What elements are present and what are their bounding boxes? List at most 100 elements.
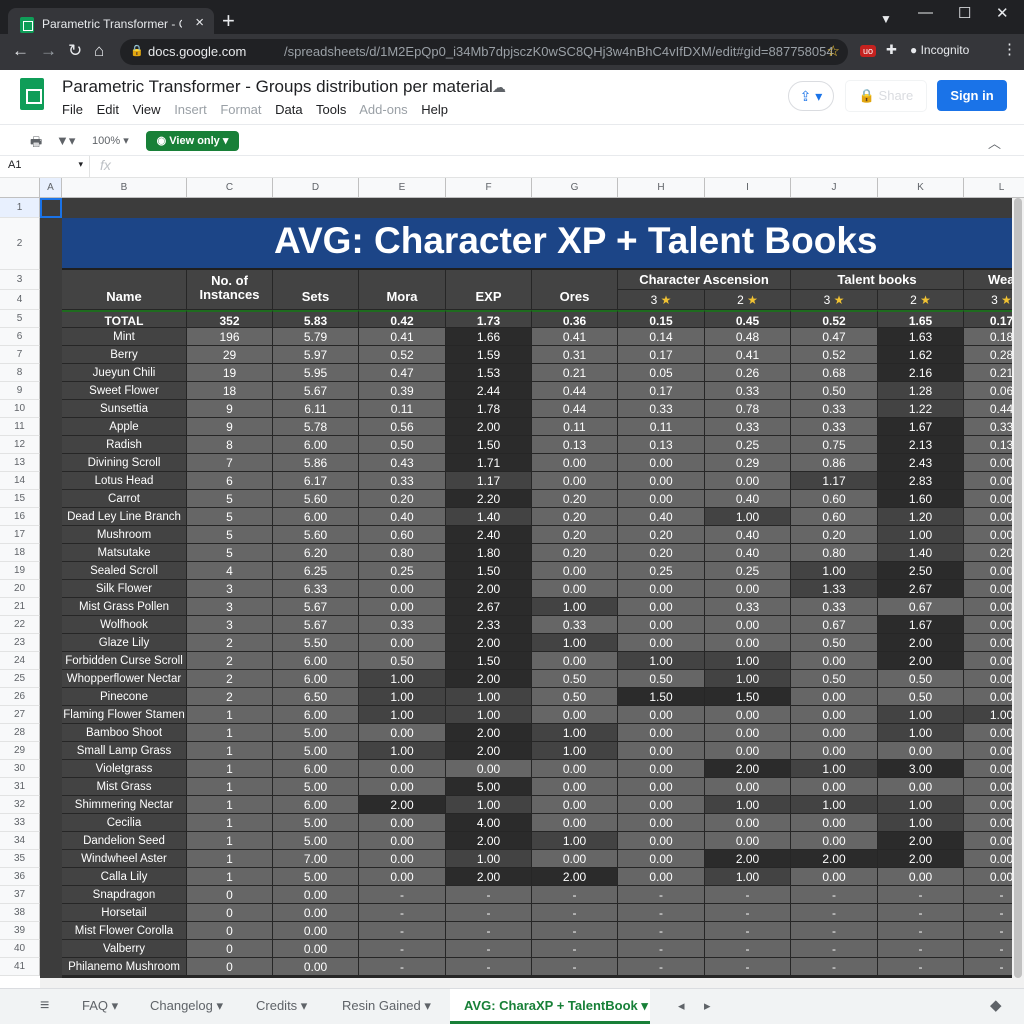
share-button[interactable]: 🔒 Share bbox=[846, 81, 926, 111]
menu-file[interactable]: File bbox=[62, 102, 83, 117]
row-header-25[interactable]: 25 bbox=[0, 670, 40, 688]
menu-tools[interactable]: Tools bbox=[316, 102, 346, 117]
sign-in-button[interactable]: Sign in bbox=[937, 80, 1007, 111]
view-only-button[interactable]: ◉ View only ▾ bbox=[146, 131, 239, 151]
tab-search-icon[interactable]: ▼ bbox=[880, 12, 892, 26]
reload-icon[interactable]: ↻ bbox=[68, 41, 82, 61]
row-header-36[interactable]: 36 bbox=[0, 868, 40, 886]
scroll-tabs-right-icon[interactable]: ▸ bbox=[690, 989, 711, 1024]
row-header-22[interactable]: 22 bbox=[0, 616, 40, 634]
column-header-c[interactable]: C bbox=[187, 178, 273, 198]
lock-icon[interactable]: 🔒 bbox=[130, 44, 144, 57]
all-sheets-icon[interactable]: ≡ bbox=[28, 989, 49, 1024]
horizontal-scrollbar[interactable] bbox=[40, 978, 1012, 988]
window-close-icon[interactable]: ✕ bbox=[996, 4, 1009, 22]
row-header-17[interactable]: 17 bbox=[0, 526, 40, 544]
row-header-11[interactable]: 11 bbox=[0, 418, 40, 436]
print-icon[interactable]: 🖶 bbox=[30, 133, 42, 155]
row-header-7[interactable]: 7 bbox=[0, 346, 40, 364]
row-header-38[interactable]: 38 bbox=[0, 904, 40, 922]
row-header-35[interactable]: 35 bbox=[0, 850, 40, 868]
explore-icon[interactable]: ◆ bbox=[976, 989, 1002, 1024]
row-header-3[interactable]: 3 bbox=[0, 270, 40, 290]
row-header-26[interactable]: 26 bbox=[0, 688, 40, 706]
row-header-39[interactable]: 39 bbox=[0, 922, 40, 940]
column-header-f[interactable]: F bbox=[446, 178, 532, 198]
row-header-4[interactable]: 4 bbox=[0, 290, 40, 310]
close-tab-icon[interactable]: × bbox=[195, 14, 204, 31]
menu-insert[interactable]: Insert bbox=[174, 102, 207, 117]
row-header-21[interactable]: 21 bbox=[0, 598, 40, 616]
column-header-j[interactable]: J bbox=[791, 178, 878, 198]
extensions-puzzle-icon[interactable]: ✚ bbox=[886, 42, 897, 58]
row-header-41[interactable]: 41 bbox=[0, 958, 40, 976]
row-header-23[interactable]: 23 bbox=[0, 634, 40, 652]
row-header-32[interactable]: 32 bbox=[0, 796, 40, 814]
row-header-37[interactable]: 37 bbox=[0, 886, 40, 904]
row-header-5[interactable]: 5 bbox=[0, 310, 40, 328]
row-header-40[interactable]: 40 bbox=[0, 940, 40, 958]
row-header-31[interactable]: 31 bbox=[0, 778, 40, 796]
column-header-d[interactable]: D bbox=[273, 178, 359, 198]
menu-view[interactable]: View bbox=[133, 102, 161, 117]
sheet-tab-faq[interactable]: FAQ ▾ bbox=[68, 989, 132, 1024]
bookmark-star-icon[interactable]: ☆ bbox=[827, 42, 840, 60]
row-header-13[interactable]: 13 bbox=[0, 454, 40, 472]
row-header-12[interactable]: 12 bbox=[0, 436, 40, 454]
incognito-indicator[interactable]: ● Incognito bbox=[910, 43, 969, 57]
row-header-6[interactable]: 6 bbox=[0, 328, 40, 346]
sheet-tab-resin-gained[interactable]: Resin Gained ▾ bbox=[328, 989, 444, 1024]
vertical-scrollbar[interactable] bbox=[1012, 198, 1024, 988]
maximize-icon[interactable]: ☐ bbox=[958, 4, 971, 22]
row-header-20[interactable]: 20 bbox=[0, 580, 40, 598]
column-header-h[interactable]: H bbox=[618, 178, 705, 198]
select-all-corner[interactable] bbox=[0, 178, 40, 198]
row-header-15[interactable]: 15 bbox=[0, 490, 40, 508]
scroll-tabs-left-icon[interactable]: ◂ bbox=[664, 989, 685, 1024]
sheets-logo-icon[interactable] bbox=[20, 78, 44, 110]
row-header-14[interactable]: 14 bbox=[0, 472, 40, 490]
menu-help[interactable]: Help bbox=[421, 102, 448, 117]
address-bar[interactable]: 🔒 docs.google.com /spreadsheets/d/1M2EpQ… bbox=[120, 39, 848, 65]
row-header-9[interactable]: 9 bbox=[0, 382, 40, 400]
row-header-1[interactable]: 1 bbox=[0, 198, 40, 218]
row-header-34[interactable]: 34 bbox=[0, 832, 40, 850]
selected-cell-a1[interactable] bbox=[40, 198, 62, 218]
sheet-tab-avg-charaxp-talentbook[interactable]: AVG: CharaXP + TalentBook ▾ bbox=[450, 989, 650, 1024]
browser-menu-icon[interactable]: ⋮ bbox=[1002, 40, 1017, 58]
menu-addons[interactable]: Add-ons bbox=[359, 102, 407, 117]
vertical-scroll-thumb[interactable] bbox=[1014, 198, 1022, 978]
cloud-status-icon[interactable]: ☁ bbox=[492, 79, 506, 96]
column-header-l[interactable]: L bbox=[964, 178, 1024, 198]
zoom-select[interactable]: 100% ▾ bbox=[92, 134, 129, 147]
column-header-g[interactable]: G bbox=[532, 178, 618, 198]
collapse-chevron-icon[interactable]: ︿ bbox=[988, 133, 1001, 152]
new-tab-icon[interactable]: + bbox=[222, 8, 235, 34]
minimize-icon[interactable]: — bbox=[918, 4, 933, 21]
back-icon[interactable]: ← bbox=[12, 41, 29, 61]
sheet-tab-credits[interactable]: Credits ▾ bbox=[242, 989, 324, 1024]
column-header-a[interactable]: A bbox=[40, 178, 62, 198]
home-icon[interactable]: ⌂ bbox=[94, 41, 104, 61]
row-header-28[interactable]: 28 bbox=[0, 724, 40, 742]
row-header-24[interactable]: 24 bbox=[0, 652, 40, 670]
sheet-tab-changelog[interactable]: Changelog ▾ bbox=[136, 989, 236, 1024]
column-header-k[interactable]: K bbox=[878, 178, 964, 198]
row-header-27[interactable]: 27 bbox=[0, 706, 40, 724]
menu-format[interactable]: Format bbox=[220, 102, 261, 117]
name-box[interactable]: A1 ▾ bbox=[0, 156, 90, 177]
row-header-30[interactable]: 30 bbox=[0, 760, 40, 778]
menu-edit[interactable]: Edit bbox=[97, 102, 119, 117]
row-header-2[interactable]: 2 bbox=[0, 218, 40, 270]
row-header-16[interactable]: 16 bbox=[0, 508, 40, 526]
row-header-10[interactable]: 10 bbox=[0, 400, 40, 418]
ublock-extension-icon[interactable]: uo bbox=[860, 45, 877, 57]
filter-icon[interactable]: ▼▾ bbox=[56, 133, 75, 149]
row-header-8[interactable]: 8 bbox=[0, 364, 40, 382]
row-header-33[interactable]: 33 bbox=[0, 814, 40, 832]
menu-data[interactable]: Data bbox=[275, 102, 302, 117]
forward-icon[interactable]: → bbox=[40, 41, 57, 61]
row-header-18[interactable]: 18 bbox=[0, 544, 40, 562]
present-button[interactable]: ⇪ ▾ bbox=[788, 81, 834, 111]
column-header-i[interactable]: I bbox=[705, 178, 791, 198]
